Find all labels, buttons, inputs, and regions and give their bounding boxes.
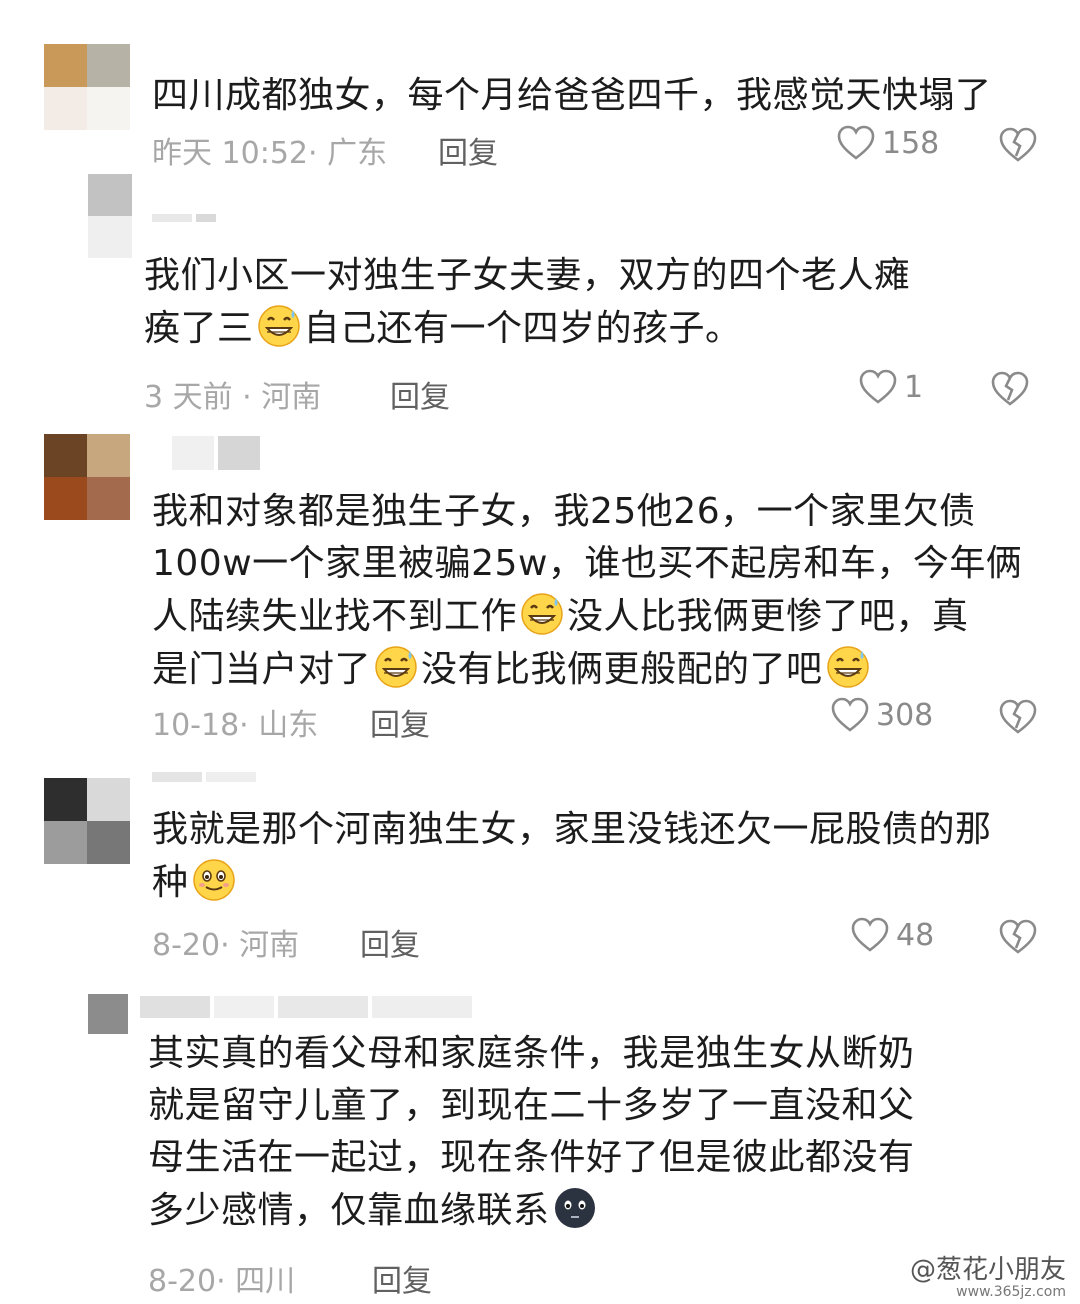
avatar[interactable] — [88, 994, 128, 1034]
comment-meta: 8-20· 四川 — [148, 1264, 296, 1299]
like-count: 1 — [904, 369, 924, 405]
heart-icon — [859, 369, 897, 404]
avatar[interactable] — [44, 434, 130, 520]
like-count: 48 — [896, 917, 935, 953]
avatar[interactable] — [44, 44, 130, 130]
heart-icon — [837, 125, 875, 160]
reply-button[interactable]: 回复 — [360, 920, 420, 964]
like-button[interactable]: 308 — [830, 696, 933, 734]
sweat-grin-emoji — [521, 593, 563, 635]
username-blurred — [140, 996, 472, 1018]
broken-heart-icon[interactable] — [998, 918, 1038, 956]
avatar[interactable] — [88, 174, 132, 258]
avatar[interactable] — [44, 778, 130, 864]
reply-button[interactable]: 回复 — [438, 128, 498, 172]
like-button[interactable]: 1 — [858, 368, 923, 406]
comment-text: 我就是那个河南独生女，家里没钱还欠一屁股债的那 种 — [152, 809, 992, 903]
watermark: @葱花小朋友 www.365jz.com — [910, 1256, 1066, 1300]
smile-emoji — [192, 859, 235, 901]
username-blurred — [152, 214, 216, 222]
reply-button[interactable]: 回复 — [372, 1256, 432, 1300]
comment-text: 我和对象都是独生子女，我25他26，一个家里欠债 100w一个家里被骗25w，谁… — [152, 491, 1023, 690]
broken-heart-icon[interactable] — [990, 370, 1030, 408]
sweat-grin-emoji — [375, 646, 417, 688]
broken-heart-icon[interactable] — [998, 126, 1038, 164]
watermark-site: www.365jz.com — [956, 1284, 1066, 1300]
comment-meta: 昨天 10:52· 广东 — [152, 136, 388, 171]
comment-text: 其实真的看父母和家庭条件，我是独生女从断奶 就是留守儿童了，到现在二十多岁了一直… — [148, 1033, 915, 1231]
comment-meta: 8-20· 河南 — [152, 928, 300, 963]
like-count: 158 — [882, 125, 940, 161]
like-button[interactable]: 48 — [850, 916, 934, 954]
heart-icon — [851, 917, 889, 952]
username-blurred — [152, 772, 256, 782]
reply-button[interactable]: 回复 — [370, 700, 430, 744]
like-count: 308 — [876, 697, 934, 733]
comment-meta: 10-18· 山东 — [152, 708, 319, 743]
heart-icon — [831, 697, 869, 732]
comment-meta: 3 天前 · 河南 — [144, 380, 322, 415]
dark-face-emoji — [554, 1188, 595, 1228]
sweat-grin-emoji — [257, 305, 300, 347]
broken-heart-icon[interactable] — [998, 698, 1038, 736]
like-button[interactable]: 158 — [836, 124, 939, 162]
sweat-grin-emoji — [826, 646, 869, 688]
username-blurred — [172, 436, 260, 470]
reply-button[interactable]: 回复 — [390, 372, 450, 416]
watermark-name: @葱花小朋友 — [909, 1255, 1066, 1285]
comment-text: 四川成都独女，每个月给爸爸四千，我感觉天快塌了 — [152, 75, 992, 116]
comment-text: 我们小区一对独生子女夫妻，双方的四个老人瘫 痪了三 自己还有一个四岁的孩子。 — [144, 255, 911, 349]
